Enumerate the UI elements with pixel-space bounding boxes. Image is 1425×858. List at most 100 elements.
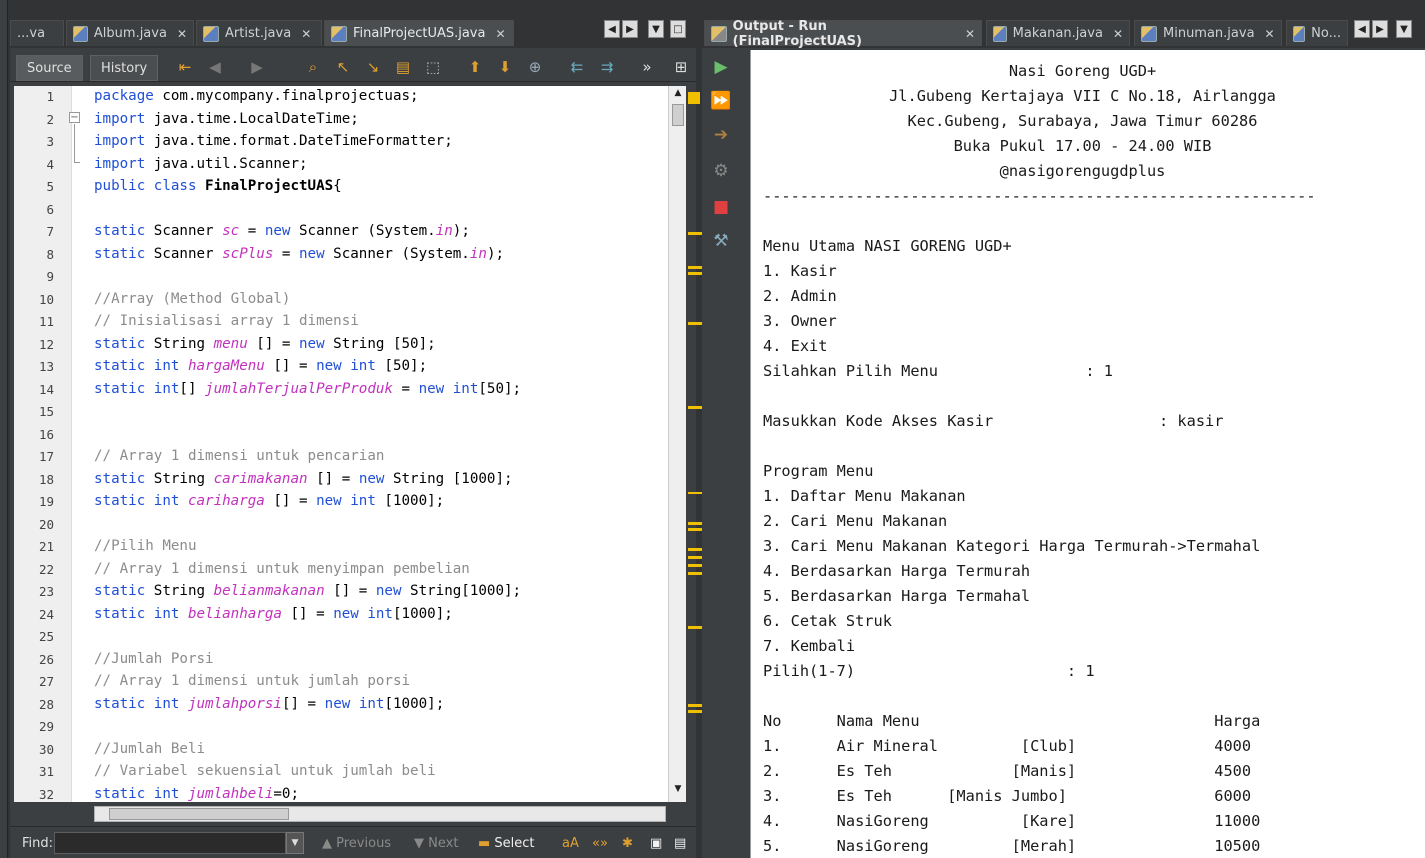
match-case-icon[interactable]: aA: [562, 836, 579, 851]
regex-icon[interactable]: ✱: [622, 836, 633, 851]
code-line: static int jumlahporsi[] = new int[1000]…: [94, 695, 445, 712]
source-button[interactable]: Source: [16, 55, 83, 81]
warning-mark[interactable]: [688, 522, 702, 525]
ide-window: ...va Album.java ✕ Artist.java ✕ FinalPr…: [0, 0, 1425, 858]
split-editor-icon[interactable]: ⊞: [672, 58, 690, 76]
shift-right-icon[interactable]: ⇉: [598, 58, 616, 76]
line-number: 28: [38, 696, 54, 712]
line-number: 27: [38, 674, 54, 689]
toggle-bookmark-icon[interactable]: ⊕: [526, 58, 544, 76]
warning-mark[interactable]: [688, 492, 702, 494]
rerun-icon[interactable]: ▶: [710, 56, 732, 78]
warning-mark[interactable]: [688, 626, 702, 629]
java-file-icon: [1141, 25, 1157, 42]
java-file-icon: [1293, 25, 1306, 42]
tab-overflow[interactable]: ...va: [10, 20, 64, 46]
scroll-tabs-right-icon[interactable]: ▶: [622, 20, 638, 38]
history-button[interactable]: History: [90, 55, 159, 81]
toggle-rectangular-selection-icon[interactable]: ⬚: [424, 58, 442, 76]
warning-mark[interactable]: [688, 528, 702, 531]
output-line: Buka Pukul 17.00 - 24.00 WIB: [953, 137, 1212, 155]
output-line: 6. Cetak Struk: [763, 612, 892, 630]
warning-mark[interactable]: [688, 266, 702, 269]
tab-finalprojectuas[interactable]: FinalProjectUAS.java ✕: [324, 20, 514, 46]
warning-mark[interactable]: [688, 572, 702, 575]
line-number: 3: [46, 134, 54, 149]
warning-mark[interactable]: [688, 710, 702, 713]
close-icon[interactable]: ✕: [177, 27, 187, 41]
find-previous-icon[interactable]: ↖: [334, 58, 352, 76]
line-number: 21: [38, 539, 54, 554]
tab-minuman[interactable]: Minuman.java ✕: [1134, 20, 1282, 46]
output-console[interactable]: Nasi Goreng UGD+ Jl.Gubeng Kertajaya VII…: [750, 50, 1425, 858]
find-select-button[interactable]: ▬ Select: [478, 836, 535, 851]
whole-words-icon[interactable]: «»: [592, 836, 608, 851]
output-line: 4. Exit: [763, 337, 828, 355]
previous-bookmark-icon[interactable]: ⬆: [466, 58, 484, 76]
scroll-down-icon[interactable]: ▼: [671, 784, 685, 798]
warning-mark[interactable]: [688, 406, 702, 409]
stop-icon[interactable]: ■: [710, 196, 732, 218]
find-next-button[interactable]: ▼ Next: [414, 836, 458, 851]
warning-mark[interactable]: [688, 556, 702, 559]
chevron-down-icon[interactable]: ▼: [286, 832, 304, 854]
settings-icon[interactable]: ⚙: [710, 160, 732, 182]
next-bookmark-icon[interactable]: ⬇: [496, 58, 514, 76]
scrollbar-thumb[interactable]: [672, 104, 684, 126]
back-icon[interactable]: ◀: [206, 58, 224, 76]
tab-artist[interactable]: Artist.java ✕: [196, 20, 322, 46]
warning-mark[interactable]: [688, 548, 702, 551]
code-line: static int[] jumlahTerjualPerProduk = ne…: [94, 380, 522, 397]
scrollbar-thumb[interactable]: [109, 808, 289, 820]
show-opened-documents-icon[interactable]: ▼: [1396, 20, 1412, 38]
find-selection-icon[interactable]: ⌕: [304, 58, 322, 76]
vertical-scrollbar[interactable]: ▲ ▼: [668, 86, 686, 802]
scroll-tabs-left-icon[interactable]: ◀: [1354, 20, 1370, 38]
code-comment: //Jumlah Beli: [94, 740, 206, 757]
output-line: 3. Owner: [763, 312, 837, 330]
fold-toggle-icon[interactable]: −: [69, 112, 80, 123]
tab-makanan[interactable]: Makanan.java ✕: [986, 20, 1130, 46]
horizontal-scrollbar[interactable]: [94, 806, 666, 822]
close-icon[interactable]: ✕: [495, 27, 505, 41]
line-number: 29: [38, 719, 54, 734]
warning-mark[interactable]: [688, 232, 702, 235]
apply-code-changes-icon[interactable]: ➔: [710, 124, 732, 146]
code-comment: //Pilih Menu: [94, 538, 197, 554]
highlight-results-icon[interactable]: ▣: [650, 836, 662, 851]
tab-output-run[interactable]: Output - Run (FinalProjectUAS) ✕: [704, 19, 982, 49]
shift-left-icon[interactable]: ⇇: [568, 58, 586, 76]
maximize-window-icon[interactable]: □: [670, 20, 686, 38]
close-icon[interactable]: ✕: [301, 27, 311, 41]
scroll-tabs-left-icon[interactable]: ◀: [604, 20, 620, 38]
close-icon[interactable]: ✕: [965, 27, 975, 41]
last-edit-icon[interactable]: ⇤: [176, 58, 194, 76]
forward-icon[interactable]: ▶: [248, 58, 266, 76]
tools-icon[interactable]: ⚒: [710, 230, 732, 252]
line-number: 10: [38, 291, 54, 307]
more-toolbar-icon[interactable]: »: [638, 58, 656, 76]
warning-mark[interactable]: [688, 272, 702, 275]
toggle-highlight-icon[interactable]: ▤: [394, 58, 412, 76]
warning-mark[interactable]: [688, 322, 702, 325]
warning-mark[interactable]: [688, 564, 702, 567]
output-line: 3. Es Teh [Manis Jumbo] 6000: [763, 787, 1252, 805]
close-icon[interactable]: ✕: [1265, 27, 1275, 41]
tab-no[interactable]: No...: [1286, 20, 1348, 46]
find-next-icon[interactable]: ↘: [364, 58, 382, 76]
wrap-around-icon[interactable]: ▤: [674, 836, 686, 851]
output-line: 7. Kembali: [763, 637, 856, 655]
rerun-with-params-icon[interactable]: ⏩: [710, 90, 732, 112]
line-number: 19: [38, 494, 54, 509]
tab-album[interactable]: Album.java ✕: [66, 20, 194, 46]
output-panel: Output - Run (FinalProjectUAS) ✕ Makanan…: [702, 16, 1425, 858]
code-editor[interactable]: 1 2 3 4 5 6 7 8 9 10 11 12 13 14 15 16 17 18 19 20 21 22 23 24 2…: [14, 86, 668, 802]
warning-mark[interactable]: [688, 704, 702, 707]
find-input[interactable]: [54, 832, 286, 854]
find-previous-button[interactable]: ▲ Previous: [322, 836, 391, 851]
line-number: 1: [46, 89, 54, 104]
scroll-up-icon[interactable]: ▲: [671, 88, 685, 102]
show-opened-documents-icon[interactable]: ▼: [648, 20, 664, 38]
close-icon[interactable]: ✕: [1113, 27, 1123, 41]
scroll-tabs-right-icon[interactable]: ▶: [1372, 20, 1388, 38]
